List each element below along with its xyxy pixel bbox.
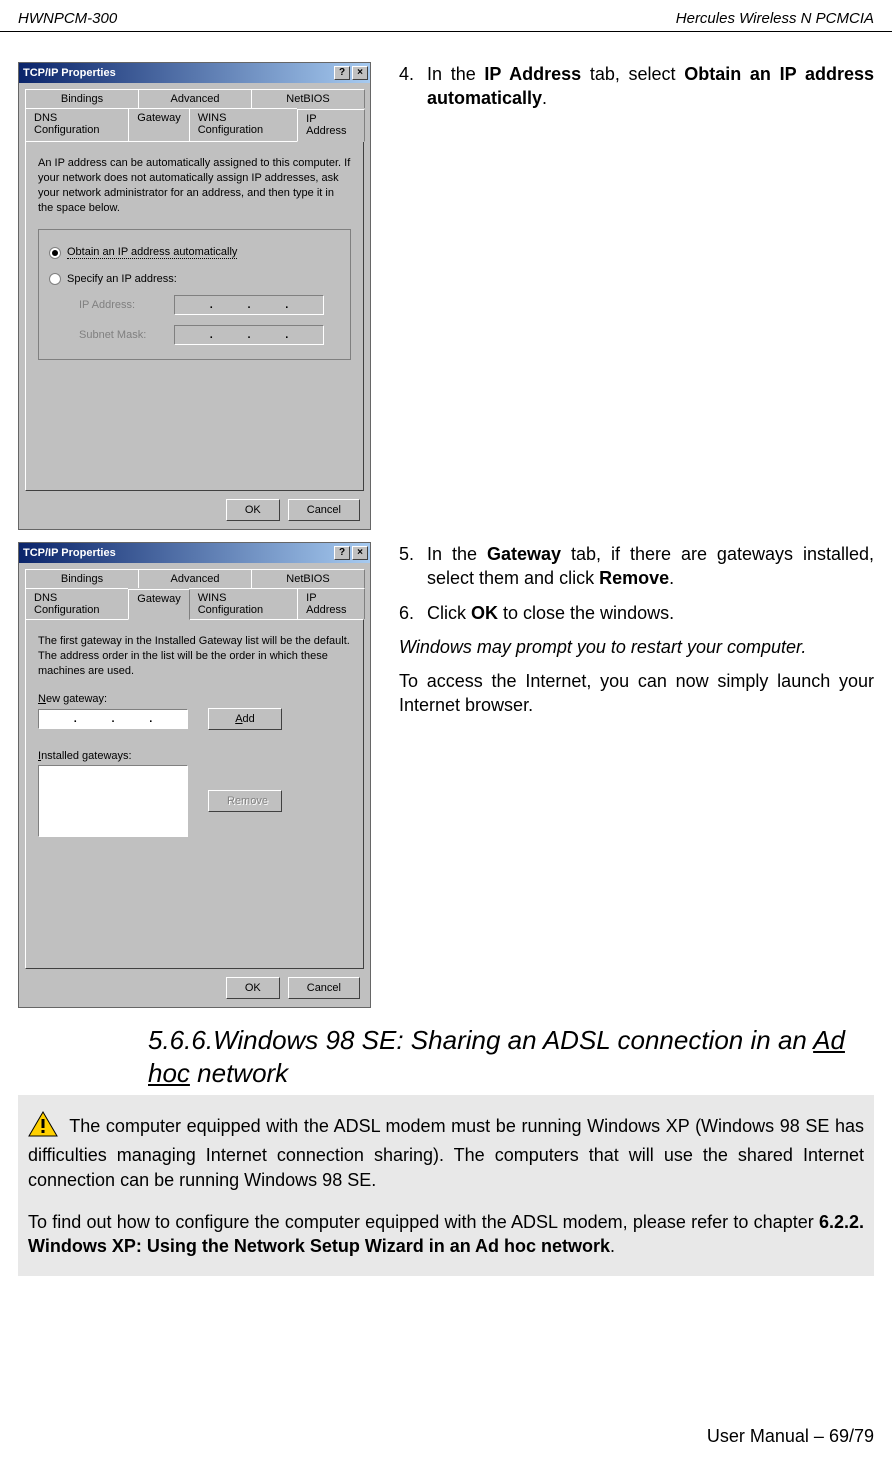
step-number: 4. <box>399 62 421 111</box>
step-4: 4. In the IP Address tab, select Obtain … <box>399 62 874 111</box>
restart-prompt: Windows may prompt you to restart your c… <box>399 635 874 659</box>
step-text: In the <box>427 544 487 564</box>
installed-gateways-list[interactable] <box>38 765 188 837</box>
ip-address-input: ... <box>174 295 324 315</box>
header-left: HWNPCM-300 <box>18 10 117 27</box>
tab-netbios[interactable]: NetBIOS <box>251 569 365 588</box>
step-text: to close the windows. <box>498 603 674 623</box>
step-number: 6. <box>399 601 421 625</box>
radio-specify[interactable] <box>49 273 61 285</box>
step-bold: Gateway <box>487 544 561 564</box>
step-text: Click <box>427 603 471 623</box>
section-title: Windows 98 SE: Sharing an ADSL connectio… <box>213 1025 813 1055</box>
new-gateway-input[interactable]: ... <box>38 709 188 729</box>
ok-button[interactable]: OK <box>226 499 280 521</box>
titlebar: TCP/IP Properties ? × <box>19 63 370 83</box>
note-paragraph-2c: . <box>610 1236 615 1256</box>
tab-netbios[interactable]: NetBIOS <box>251 89 365 108</box>
tab-advanced[interactable]: Advanced <box>138 89 252 108</box>
tab-dns[interactable]: DNS Configuration <box>25 588 129 619</box>
tab-bindings[interactable]: Bindings <box>25 89 139 108</box>
section-title-end: network <box>190 1058 288 1088</box>
help-button[interactable]: ? <box>334 66 350 80</box>
ip-address-label: IP Address: <box>79 299 164 311</box>
dialog-description: An IP address can be automatically assig… <box>38 156 351 215</box>
note-box: The computer equipped with the ADSL mode… <box>18 1095 874 1276</box>
dialog-title: TCP/IP Properties <box>23 67 334 79</box>
subnet-mask-label: Subnet Mask: <box>79 329 164 341</box>
remove-button: Remove <box>208 790 282 812</box>
section-heading: 5.6.6.Windows 98 SE: Sharing an ADSL con… <box>148 1024 874 1089</box>
header-right: Hercules Wireless N PCMCIA <box>676 10 874 27</box>
titlebar: TCP/IP Properties ? × <box>19 543 370 563</box>
subnet-mask-input: ... <box>174 325 324 345</box>
page-footer: User Manual – 69/79 <box>707 1426 874 1447</box>
tcpip-dialog-gateway: TCP/IP Properties ? × Bindings Advanced … <box>18 542 371 1008</box>
cancel-button[interactable]: Cancel <box>288 499 360 521</box>
radio-obtain-auto[interactable] <box>49 247 61 259</box>
installed-gateways-label-rest: nstalled gateways: <box>41 750 132 762</box>
note-paragraph-2a: To find out how to configure the compute… <box>28 1212 819 1232</box>
step-6: 6. Click OK to close the windows. <box>399 601 874 625</box>
close-button[interactable]: × <box>352 66 368 80</box>
tab-gateway[interactable]: Gateway <box>128 108 189 141</box>
tab-dns[interactable]: DNS Configuration <box>25 108 129 141</box>
close-button[interactable]: × <box>352 546 368 560</box>
dialog-title: TCP/IP Properties <box>23 547 334 559</box>
tab-gateway[interactable]: Gateway <box>128 589 189 620</box>
dialog-description: The first gateway in the Installed Gatew… <box>38 634 351 679</box>
add-button[interactable]: Add <box>208 708 282 730</box>
step-5: 5. In the Gateway tab, if there are gate… <box>399 542 874 591</box>
note-paragraph-1: The computer equipped with the ADSL mode… <box>28 1116 864 1190</box>
tab-advanced[interactable]: Advanced <box>138 569 252 588</box>
tab-ipaddress[interactable]: IP Address <box>297 588 365 619</box>
ip-groupbox: Obtain an IP address automatically Speci… <box>38 229 351 360</box>
cancel-button[interactable]: Cancel <box>288 977 360 999</box>
step-number: 5. <box>399 542 421 591</box>
section-number: 5.6.6. <box>148 1025 213 1055</box>
tcpip-dialog-ipaddress: TCP/IP Properties ? × Bindings Advanced … <box>18 62 371 530</box>
step-bold: Remove <box>599 568 669 588</box>
help-button[interactable]: ? <box>334 546 350 560</box>
warning-icon <box>28 1111 58 1143</box>
step-bold: IP Address <box>484 64 581 84</box>
step-text: . <box>669 568 674 588</box>
radio-specify-label: Specify an IP address: <box>67 273 177 285</box>
step-bold: OK <box>471 603 498 623</box>
new-gateway-label: N <box>38 693 46 705</box>
step-text: . <box>542 88 547 108</box>
new-gateway-label-rest: ew gateway: <box>46 693 107 705</box>
access-internet-text: To access the Internet, you can now simp… <box>399 669 874 718</box>
ok-button[interactable]: OK <box>226 977 280 999</box>
step-text: tab, select <box>581 64 684 84</box>
radio-obtain-auto-label: Obtain an IP address automatically <box>67 246 237 259</box>
tab-bindings[interactable]: Bindings <box>25 569 139 588</box>
tab-wins[interactable]: WINS Configuration <box>189 108 298 141</box>
step-text: In the <box>427 64 484 84</box>
tab-ipaddress[interactable]: IP Address <box>297 109 365 142</box>
tab-wins[interactable]: WINS Configuration <box>189 588 298 619</box>
